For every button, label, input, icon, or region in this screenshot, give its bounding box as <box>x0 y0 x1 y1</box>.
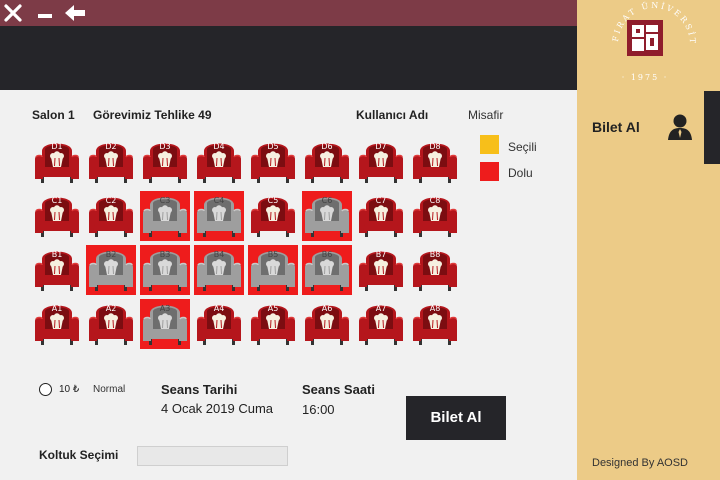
seat-label: C1 <box>51 196 63 205</box>
seat-b2: B2 <box>86 245 136 295</box>
seat-b4: B4 <box>194 245 244 295</box>
seat-label: C2 <box>105 196 117 205</box>
seat-label: B8 <box>429 250 441 259</box>
seat-c7[interactable]: C7 <box>356 191 406 241</box>
seat-label: A4 <box>213 304 225 313</box>
seat-label: B2 <box>105 250 117 259</box>
seat-label: B1 <box>51 250 63 259</box>
seat-label: B5 <box>267 250 279 259</box>
seat-c2[interactable]: C2 <box>86 191 136 241</box>
seat-label: B3 <box>159 250 171 259</box>
seat-d2[interactable]: D2 <box>86 137 136 187</box>
seat-label: D3 <box>159 142 171 151</box>
legend-selected-label: Seçili <box>508 140 537 154</box>
seat-a1[interactable]: A1 <box>32 299 82 349</box>
legend-occupied-label: Dolu <box>508 166 533 180</box>
university-logo: FIRAT ÜNİVERSİTESİ · 1975 · <box>604 0 700 90</box>
seat-c3: C3 <box>140 191 190 241</box>
buy-ticket-button[interactable]: Bilet Al <box>406 396 506 440</box>
seat-label: C8 <box>429 196 441 205</box>
seat-b8[interactable]: B8 <box>410 245 460 295</box>
seat-label: D4 <box>213 142 225 151</box>
seat-b3: B3 <box>140 245 190 295</box>
seat-a3: A3 <box>140 299 190 349</box>
seat-d8[interactable]: D8 <box>410 137 460 187</box>
seat-label: A6 <box>321 304 333 313</box>
seat-d6[interactable]: D6 <box>302 137 352 187</box>
seat-d1[interactable]: D1 <box>32 137 82 187</box>
seat-label: C4 <box>213 196 225 205</box>
seat-label: A7 <box>375 304 387 313</box>
seat-d4[interactable]: D4 <box>194 137 244 187</box>
designer-credit: Designed By AOSD <box>592 457 688 469</box>
seat-b1[interactable]: B1 <box>32 245 82 295</box>
username-value: Misafir <box>468 108 504 122</box>
session-date-value: 4 Ocak 2019 Cuma <box>161 401 274 416</box>
seat-label: B4 <box>213 250 225 259</box>
session-date-label: Seans Tarihi <box>161 382 238 397</box>
seat-c1[interactable]: C1 <box>32 191 82 241</box>
seat-label: D5 <box>267 142 279 151</box>
sidebar-buy-label[interactable]: Bilet Al <box>592 119 640 135</box>
legend-selected-swatch <box>480 135 499 154</box>
seat-label: A3 <box>159 304 171 313</box>
back-arrow-icon[interactable] <box>64 3 86 23</box>
seat-selection-input[interactable] <box>137 446 288 466</box>
seat-a2[interactable]: A2 <box>86 299 136 349</box>
seat-label: C7 <box>375 196 387 205</box>
movie-title: Görevimiz Tehlike 49 <box>93 108 212 122</box>
session-time-value: 16:00 <box>302 402 335 417</box>
seat-label: C3 <box>159 196 171 205</box>
hall-name: Salon 1 <box>32 108 75 122</box>
seat-b7[interactable]: B7 <box>356 245 406 295</box>
seat-label: C6 <box>321 196 333 205</box>
seat-c5[interactable]: C5 <box>248 191 298 241</box>
seat-c8[interactable]: C8 <box>410 191 460 241</box>
seat-c4: C4 <box>194 191 244 241</box>
svg-text:· 1975 ·: · 1975 · <box>622 73 669 82</box>
seat-d3[interactable]: D3 <box>140 137 190 187</box>
user-icon[interactable] <box>667 113 693 141</box>
seat-label: D8 <box>429 142 441 151</box>
username-label: Kullanıcı Adı <box>356 108 429 122</box>
seat-a4[interactable]: A4 <box>194 299 244 349</box>
seat-label: D1 <box>51 142 63 151</box>
ticket-type-label: Normal <box>93 384 126 395</box>
minimize-icon[interactable] <box>34 3 56 23</box>
legend-occupied-swatch <box>480 162 499 181</box>
header-bar <box>0 26 577 90</box>
seat-b5: B5 <box>248 245 298 295</box>
ticket-type-radio[interactable] <box>39 383 52 396</box>
seat-a6[interactable]: A6 <box>302 299 352 349</box>
seat-label: A1 <box>51 304 63 313</box>
seat-d5[interactable]: D5 <box>248 137 298 187</box>
seat-label: B6 <box>321 250 333 259</box>
title-bar <box>0 0 577 26</box>
seat-label: C5 <box>267 196 279 205</box>
active-tab-indicator <box>704 91 720 164</box>
seat-label: D2 <box>105 142 117 151</box>
seat-label: A8 <box>429 304 441 313</box>
seat-a7[interactable]: A7 <box>356 299 406 349</box>
seat-label: B7 <box>375 250 387 259</box>
seat-label: A5 <box>267 304 279 313</box>
seat-selection-label: Koltuk Seçimi <box>39 448 119 462</box>
seat-label: A2 <box>105 304 117 313</box>
seat-a8[interactable]: A8 <box>410 299 460 349</box>
seat-a5[interactable]: A5 <box>248 299 298 349</box>
session-time-label: Seans Saati <box>302 382 375 397</box>
close-icon[interactable] <box>2 3 24 23</box>
ticket-price: 10 ₺ <box>59 384 80 395</box>
seat-label: D6 <box>321 142 333 151</box>
seat-c6: C6 <box>302 191 352 241</box>
seat-d7[interactable]: D7 <box>356 137 406 187</box>
seat-b6: B6 <box>302 245 352 295</box>
seat-label: D7 <box>375 142 387 151</box>
